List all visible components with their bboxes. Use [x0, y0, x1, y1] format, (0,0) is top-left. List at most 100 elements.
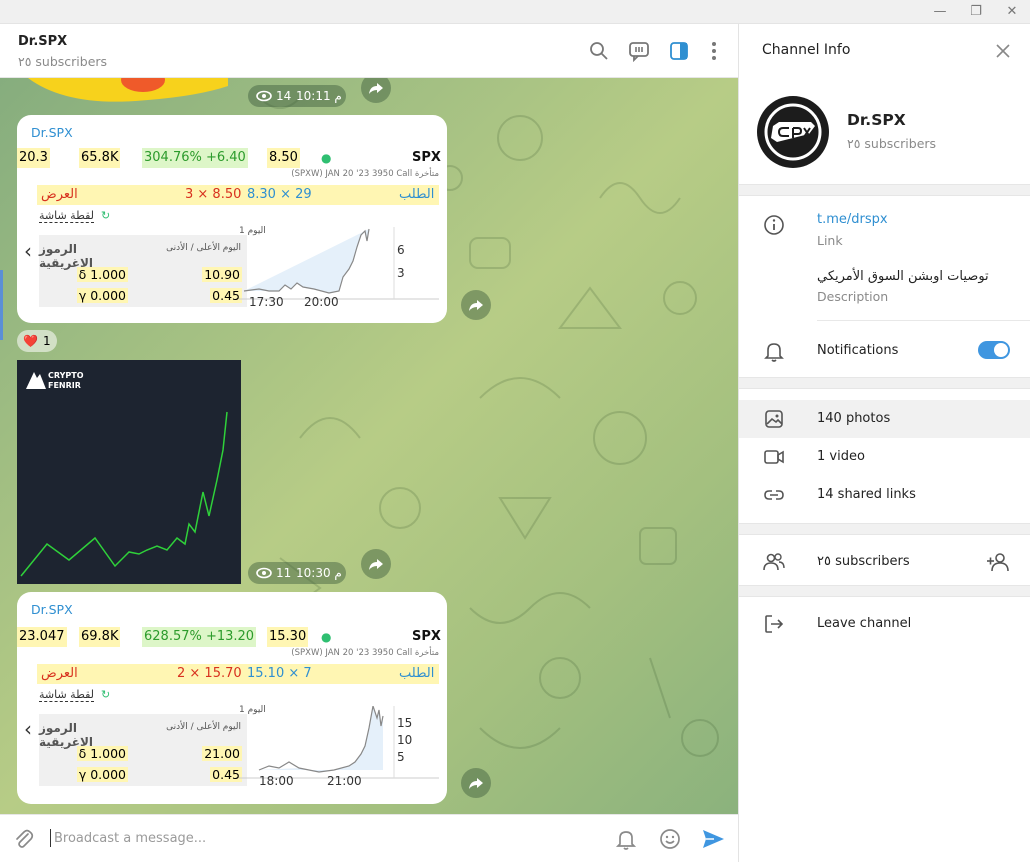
bid-label: الطلب	[399, 187, 435, 202]
bell-icon[interactable]	[614, 827, 638, 851]
reaction-count: 1	[43, 334, 51, 348]
high-value: 10.90	[202, 267, 242, 282]
ask-label: العرض	[41, 666, 78, 681]
channel-link[interactable]: t.me/drspx	[817, 212, 888, 227]
discussion-icon[interactable]	[628, 40, 650, 62]
ask-value: 2 × 15.70	[177, 666, 242, 681]
refresh-icon: ↻	[101, 688, 111, 701]
x-axis-label: 21:00	[327, 774, 362, 788]
section-separator	[739, 184, 1030, 196]
search-icon[interactable]	[588, 40, 610, 62]
more-menu-icon[interactable]	[703, 40, 725, 62]
add-user-icon[interactable]	[986, 550, 1010, 574]
spx-logo-icon	[764, 103, 822, 161]
message-input[interactable]: Broadcast a message...	[54, 831, 206, 846]
chevron-left-icon[interactable]: ‹	[24, 719, 32, 739]
chat-messages-area[interactable]: 14 م 10:11 Dr.SPX 20.3 65.8K 304.76% +6.…	[0, 78, 738, 814]
eye-icon	[256, 90, 272, 102]
greeks-label: الرموز الإغريقية	[39, 242, 94, 270]
attach-icon[interactable]	[12, 827, 36, 851]
restore-button[interactable]: ❐	[961, 2, 991, 22]
x-axis-label: 17:30	[249, 295, 284, 309]
leave-icon	[765, 615, 784, 633]
video-icon	[764, 450, 784, 464]
window-titlebar: — ❐ ✕	[0, 0, 1030, 24]
bid-label: الطلب	[399, 666, 435, 681]
price-value: 15.30	[267, 627, 309, 647]
live-dot-icon: ●	[321, 151, 332, 165]
share-arrow-icon	[369, 83, 383, 94]
share-button[interactable]	[361, 549, 391, 579]
bid-value: 8.30 × 29	[247, 187, 312, 202]
y-axis-label: 5	[397, 750, 405, 764]
x-axis-label: 20:00	[304, 295, 339, 309]
message-input-bar: Broadcast a message...	[0, 814, 738, 862]
high-low-column: اليوم الأعلى / الأدنى 21.00 0.45	[135, 714, 247, 786]
price-value: 8.50	[267, 148, 300, 168]
chevron-left-icon[interactable]: ‹	[24, 241, 32, 261]
high-low-label: اليوم الأعلى / الأدنى	[166, 722, 241, 732]
message-meta: 14 م 10:11	[248, 85, 346, 107]
eye-icon	[256, 567, 272, 579]
share-arrow-icon	[469, 300, 483, 311]
live-dot-icon: ●	[321, 630, 332, 644]
screenshot-link[interactable]: لقطة شاشة	[39, 688, 95, 702]
bid-ask-row: العرض 2 × 15.70 15.10 × 7 الطلب	[37, 664, 439, 684]
share-button[interactable]	[461, 768, 491, 798]
message-bubble[interactable]: Dr.SPX 20.3 65.8K 304.76% +6.40 8.50 ● S…	[17, 115, 447, 323]
high-value: 21.00	[202, 746, 242, 761]
section-separator	[739, 585, 1030, 597]
members-count[interactable]: ٢٥ subscribers	[817, 554, 910, 569]
send-icon[interactable]	[700, 826, 726, 852]
refresh-icon: ↻	[101, 209, 111, 222]
selection-edge	[0, 270, 3, 340]
contract-label: (SPXW) JAN 20 '23 3950 Call متأخرة	[291, 648, 439, 658]
notifications-toggle[interactable]	[978, 341, 1010, 359]
greeks-label: الرموز الإغريقية	[39, 721, 94, 749]
close-icon[interactable]	[993, 41, 1013, 61]
leave-channel-button[interactable]: Leave channel	[817, 616, 911, 631]
volume-value: 65.8K	[79, 148, 121, 168]
y-axis-label: 6	[397, 243, 405, 257]
greeks-column: الرموز الإغريقية δ 1.000 γ 0.000	[39, 714, 133, 786]
bid-value: 15.10 × 7	[247, 666, 312, 681]
screenshot-link[interactable]: لقطة شاشة	[39, 209, 95, 223]
minimize-button[interactable]: —	[925, 2, 955, 22]
share-button[interactable]	[461, 290, 491, 320]
message-time: م 10:30	[296, 566, 342, 580]
close-window-button[interactable]: ✕	[997, 2, 1027, 22]
panel-title: Channel Info	[762, 42, 851, 58]
gamma-value: γ 0.000	[76, 288, 128, 303]
videos-count[interactable]: 1 video	[817, 449, 865, 464]
symbol-label: SPX	[412, 150, 441, 165]
greeks-column: الرموز الإغريقية δ 1.000 γ 0.000	[39, 235, 133, 307]
emoji-icon[interactable]	[658, 827, 682, 851]
ask-label: العرض	[41, 187, 78, 202]
photos-count[interactable]: 140 photos	[817, 411, 890, 426]
chat-title[interactable]: Dr.SPX	[18, 34, 67, 49]
message-bubble[interactable]: Dr.SPX 23.047 69.8K 628.57% +13.20 15.30…	[17, 592, 447, 804]
symbol-label: SPX	[412, 629, 441, 644]
channel-description: توصيات اوبشن السوق الأمريكي	[817, 269, 989, 284]
notifications-label: Notifications	[817, 343, 899, 358]
members-icon	[763, 553, 785, 571]
message-meta: 11 م 10:30	[248, 562, 346, 584]
avatar[interactable]	[757, 96, 829, 168]
share-arrow-icon	[469, 778, 483, 789]
message-author[interactable]: Dr.SPX	[31, 602, 73, 617]
chat-header: Dr.SPX ٢٥ subscribers	[0, 24, 738, 78]
reaction-badge[interactable]: ❤️ 1	[17, 330, 57, 352]
link-icon	[764, 490, 784, 500]
section-separator	[739, 377, 1030, 389]
quote-value: 20.3	[17, 148, 50, 168]
heart-icon: ❤️	[23, 334, 38, 348]
shared-links-count[interactable]: 14 shared links	[817, 487, 916, 502]
quote-row: 23.047 69.8K 628.57% +13.20 15.30 ● SPX	[17, 627, 447, 647]
low-value: 0.45	[210, 288, 242, 303]
sidebar-toggle-icon[interactable]	[668, 40, 690, 62]
quote-value: 23.047	[17, 627, 67, 647]
chart-photo[interactable]: CRYPTO FENRIR	[17, 360, 241, 584]
photo-icon	[765, 410, 783, 428]
channel-name: Dr.SPX	[847, 111, 906, 129]
message-author[interactable]: Dr.SPX	[31, 125, 73, 140]
